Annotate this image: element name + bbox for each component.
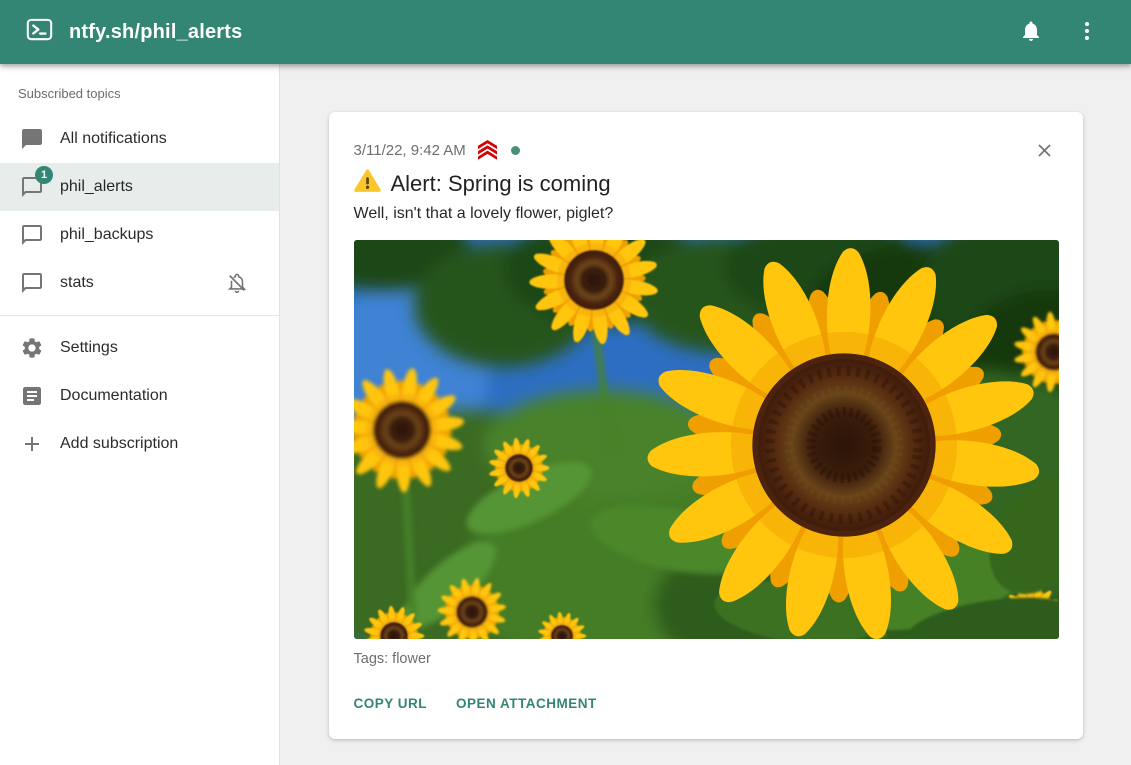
gear-icon (20, 336, 44, 360)
chat-bubble-outline-icon: 1 (20, 175, 44, 199)
sidebar-item-documentation[interactable]: Documentation (0, 372, 279, 420)
attachment-image-sunflowers[interactable] (354, 240, 1059, 639)
subscribed-topics-label: Subscribed topics (0, 86, 279, 115)
sidebar-item-all-notifications[interactable]: All notifications (0, 115, 279, 163)
sidebar-item-stats[interactable]: stats (0, 259, 279, 307)
sidebar-item-label: Settings (60, 339, 263, 357)
sidebar: Subscribed topics All notifications 1 ph… (0, 64, 280, 765)
sidebar-item-phil-backups[interactable]: phil_backups (0, 211, 279, 259)
article-icon (20, 384, 44, 408)
bell-icon (1019, 19, 1043, 46)
warning-triangle-icon (354, 169, 381, 199)
green-dot-icon (511, 146, 520, 155)
unread-badge: 1 (35, 166, 53, 184)
sidebar-item-label: stats (60, 274, 209, 292)
plus-icon (20, 432, 44, 456)
sidebar-item-label: All notifications (60, 130, 263, 148)
priority-high-chevrons-icon (476, 140, 499, 160)
sidebar-item-add-subscription[interactable]: Add subscription (0, 420, 279, 468)
overflow-menu-button[interactable] (1067, 12, 1107, 52)
notification-meta: 3/11/22, 9:42 AM (354, 140, 1059, 160)
notification-body: Well, isn't that a lovely flower, piglet… (354, 205, 1059, 223)
sidebar-item-label: Add subscription (60, 435, 263, 453)
chat-bubble-outline-icon (20, 271, 44, 295)
notifications-bell-button[interactable] (1011, 12, 1051, 52)
close-icon (1034, 140, 1055, 164)
chat-bubble-outline-icon (20, 223, 44, 247)
notification-card: 3/11/22, 9:42 AM (329, 112, 1083, 739)
delete-notification-button[interactable] (1031, 138, 1059, 166)
copy-url-button[interactable]: COPY URL (354, 692, 428, 715)
sidebar-item-label: Documentation (60, 387, 263, 405)
ntfy-logo-terminal-icon (26, 16, 53, 48)
page-title: ntfy.sh/phil_alerts (69, 21, 242, 44)
sidebar-item-phil-alerts[interactable]: 1 phil_alerts (0, 163, 279, 211)
sidebar-item-settings[interactable]: Settings (0, 324, 279, 372)
notification-title-row: Alert: Spring is coming (354, 169, 1059, 199)
open-attachment-button[interactable]: OPEN ATTACHMENT (456, 692, 597, 715)
sidebar-item-label: phil_alerts (60, 178, 263, 196)
sidebar-divider (0, 315, 279, 316)
notification-title: Alert: Spring is coming (391, 171, 611, 197)
notification-tags: Tags: flower (354, 651, 1059, 667)
chat-bubble-filled-icon (20, 127, 44, 151)
kebab-menu-icon (1075, 19, 1099, 46)
main-content: 3/11/22, 9:42 AM (280, 64, 1131, 765)
bell-off-icon (225, 271, 249, 295)
sidebar-item-label: phil_backups (60, 226, 263, 244)
notification-timestamp: 3/11/22, 9:42 AM (354, 142, 466, 159)
app-bar: ntfy.sh/phil_alerts (0, 0, 1131, 64)
notification-actions: COPY URL OPEN ATTACHMENT (354, 692, 1059, 715)
